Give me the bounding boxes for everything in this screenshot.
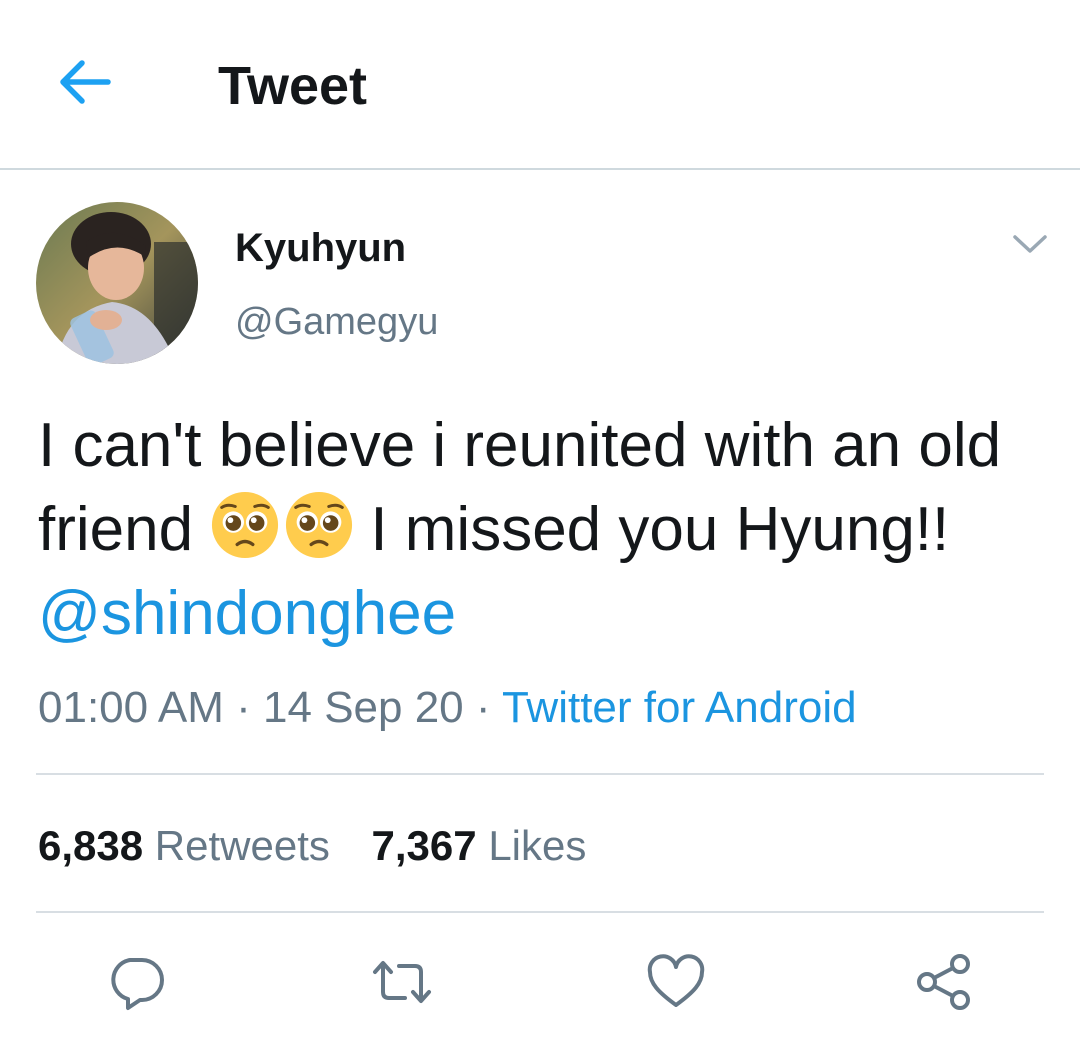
retweets-label: Retweets — [154, 822, 330, 869]
tweet-meta: 01:00 AM · 14 Sep 20 · Twitter for Andro… — [38, 680, 857, 736]
tweet-source-link[interactable]: Twitter for Android — [502, 683, 857, 732]
heart-icon — [646, 953, 706, 1015]
share-button[interactable] — [912, 952, 976, 1016]
back-button[interactable] — [48, 54, 120, 114]
pleading-face-emoji-group — [210, 491, 358, 564]
like-button[interactable] — [644, 952, 708, 1016]
retweet-button[interactable] — [370, 952, 434, 1016]
share-icon — [913, 951, 975, 1018]
display-name[interactable]: Kyuhyun — [235, 222, 406, 274]
reply-icon — [106, 952, 166, 1017]
likes-label: Likes — [488, 822, 587, 869]
likes-stat[interactable]: 7,367 Likes — [372, 822, 587, 869]
tweet-text-part2: I missed you Hyung!! — [370, 495, 950, 564]
pleading-face-emoji — [212, 491, 279, 559]
retweets-stat[interactable]: 6,838 Retweets — [38, 822, 342, 869]
arrow-left-icon — [56, 58, 112, 111]
mention-link[interactable]: @shindonghee — [38, 579, 456, 648]
avatar[interactable] — [36, 202, 198, 364]
tweet-date: 14 Sep 20 — [263, 683, 464, 732]
tweet-stats: 6,838 Retweets 7,367 Likes — [38, 818, 616, 874]
retweet-icon — [369, 952, 435, 1017]
divider — [36, 773, 1044, 775]
tweet-time: 01:00 AM — [38, 683, 224, 732]
meta-separator: · — [236, 683, 251, 732]
chevron-down-icon — [1012, 233, 1048, 260]
tweet-text: I can't believe i reunited with an old f… — [38, 404, 1048, 656]
likes-count: 7,367 — [371, 822, 477, 869]
tweet-menu-button[interactable] — [1006, 226, 1054, 266]
top-app-bar: Tweet — [0, 0, 1080, 170]
user-handle[interactable]: @Gamegyu — [235, 296, 438, 348]
reply-button[interactable] — [104, 952, 168, 1016]
pleading-face-emoji — [286, 491, 353, 559]
retweets-count: 6,838 — [38, 822, 144, 869]
divider — [36, 911, 1044, 913]
meta-separator: · — [475, 683, 491, 732]
page-title: Tweet — [218, 56, 368, 116]
